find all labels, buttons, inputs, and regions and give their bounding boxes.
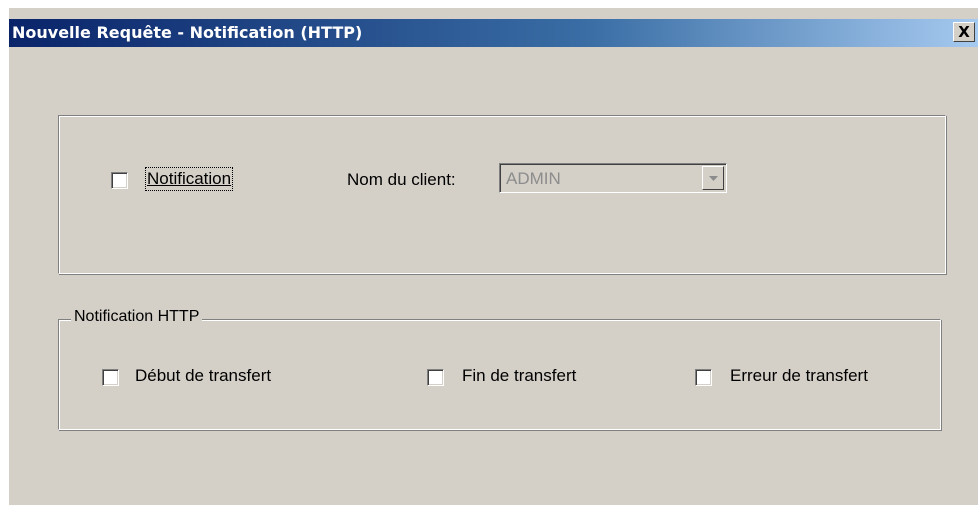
window-title: Nouvelle Requête - Notification (HTTP) — [12, 23, 363, 42]
chevron-down-icon — [709, 176, 718, 181]
error-transfer-checkbox[interactable] — [695, 369, 712, 386]
end-transfer-checkbox[interactable] — [427, 369, 444, 386]
notification-label[interactable]: Notification — [144, 167, 234, 191]
end-transfer-label[interactable]: Fin de transfert — [462, 366, 576, 386]
dropdown-button[interactable] — [702, 166, 724, 190]
dialog-window: Nouvelle Requête - Notification (HTTP) X… — [8, 8, 978, 505]
client-name-dropdown[interactable]: ADMIN — [499, 163, 727, 193]
client-name-value: ADMIN — [506, 169, 561, 188]
start-transfer-label[interactable]: Début de transfert — [135, 366, 271, 386]
notification-checkbox[interactable] — [111, 172, 128, 189]
notification-label-text: Notification — [147, 169, 232, 188]
notification-panel — [58, 115, 946, 274]
start-transfer-checkbox[interactable] — [102, 369, 119, 386]
close-button[interactable]: X — [953, 22, 975, 42]
client-name-label: Nom du client: — [347, 170, 456, 189]
http-group-legend: Notification HTTP — [71, 308, 203, 326]
close-icon: X — [958, 22, 970, 41]
title-bar[interactable]: Nouvelle Requête - Notification (HTTP) X — [9, 19, 978, 47]
error-transfer-label[interactable]: Erreur de transfert — [730, 366, 868, 386]
